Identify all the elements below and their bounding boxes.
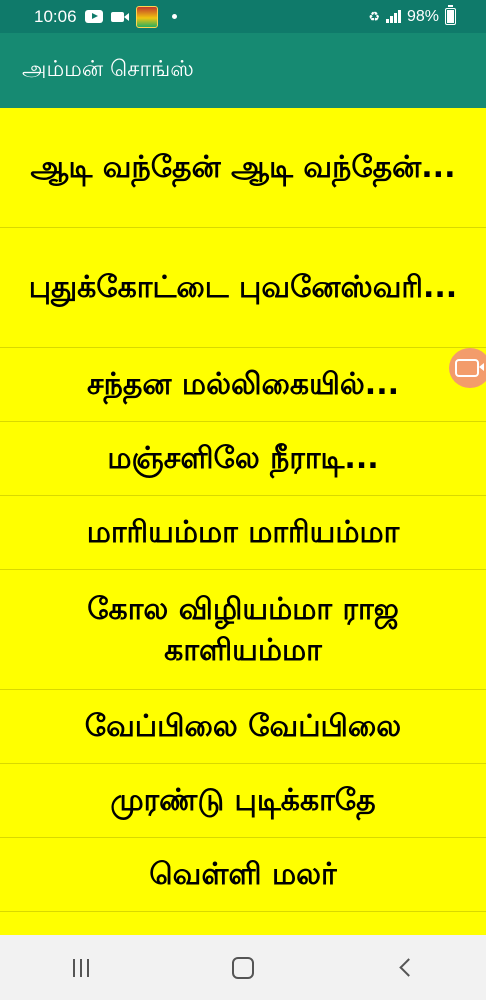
song-item-3[interactable]: சந்தன மல்லிகையில்... bbox=[0, 348, 486, 422]
song-label: மஞ்சளிலே நீராடி... bbox=[107, 441, 379, 476]
battery-icon bbox=[445, 5, 456, 25]
song-label: வேப்பிலை வேப்பிலை bbox=[84, 709, 402, 744]
song-label: கோல விழியம்மா ராஜ காளியம்மா bbox=[87, 591, 399, 668]
song-item-6[interactable]: கோல விழியம்மா ராஜ காளியம்மா bbox=[0, 570, 486, 690]
song-label: மாரியம்மா மாரியம்மா bbox=[86, 515, 400, 550]
home-button[interactable] bbox=[213, 948, 273, 988]
video-camera-icon bbox=[110, 11, 129, 22]
song-item-1[interactable]: ஆடி வந்தேன் ஆடி வந்தேன்... bbox=[0, 108, 486, 228]
back-icon bbox=[398, 958, 418, 977]
song-label: சந்தன மல்லிகையில்... bbox=[87, 367, 399, 402]
app-title: அம்மன் சொங்ஸ் bbox=[22, 56, 194, 82]
status-left: 10:06 bbox=[0, 5, 177, 28]
navigation-bar bbox=[0, 935, 486, 1000]
notification-dot-icon bbox=[171, 14, 177, 19]
battery-percent: 98% bbox=[406, 7, 439, 25]
song-item-8[interactable]: முரண்டு புடிக்காதே bbox=[0, 764, 486, 838]
youtube-icon bbox=[84, 10, 103, 23]
home-icon bbox=[232, 956, 254, 979]
song-label: புதுக்கோட்டை புவனேஸ்வரி... bbox=[28, 270, 458, 305]
screen-recorder-button[interactable] bbox=[449, 348, 486, 388]
status-right: ♻ 98% bbox=[368, 5, 486, 26]
recents-button[interactable] bbox=[51, 948, 111, 988]
song-item-7[interactable]: வேப்பிலை வேப்பிலை bbox=[0, 690, 486, 764]
app-thumbnail-icon bbox=[135, 5, 158, 28]
song-item-4[interactable]: மஞ்சளிலே நீராடி... bbox=[0, 422, 486, 496]
song-label: ஆடி வந்தேன் ஆடி வந்தேன்... bbox=[30, 150, 456, 185]
app-bar: அம்மன் சொங்ஸ் bbox=[0, 33, 486, 108]
status-time: 10:06 bbox=[34, 6, 77, 26]
song-item-2[interactable]: புதுக்கோட்டை புவனேஸ்வரி... bbox=[0, 228, 486, 348]
recents-icon bbox=[73, 958, 89, 977]
song-item-5[interactable]: மாரியம்மா மாரியம்மா bbox=[0, 496, 486, 570]
song-label: முரண்டு புடிக்காதே bbox=[110, 783, 376, 818]
back-button[interactable] bbox=[375, 948, 435, 988]
signal-icon bbox=[385, 10, 401, 23]
battery-saver-icon: ♻ bbox=[368, 8, 380, 24]
song-item-9[interactable]: வெள்ளி மலர் bbox=[0, 838, 486, 912]
song-label: வெள்ளி மலர் bbox=[149, 857, 337, 892]
status-bar: 10:06 ♻ 98% bbox=[0, 0, 486, 33]
song-list[interactable]: ஆடி வந்தேன் ஆடி வந்தேன்... புதுக்கோட்டை … bbox=[0, 108, 486, 935]
video-record-icon bbox=[455, 359, 484, 377]
